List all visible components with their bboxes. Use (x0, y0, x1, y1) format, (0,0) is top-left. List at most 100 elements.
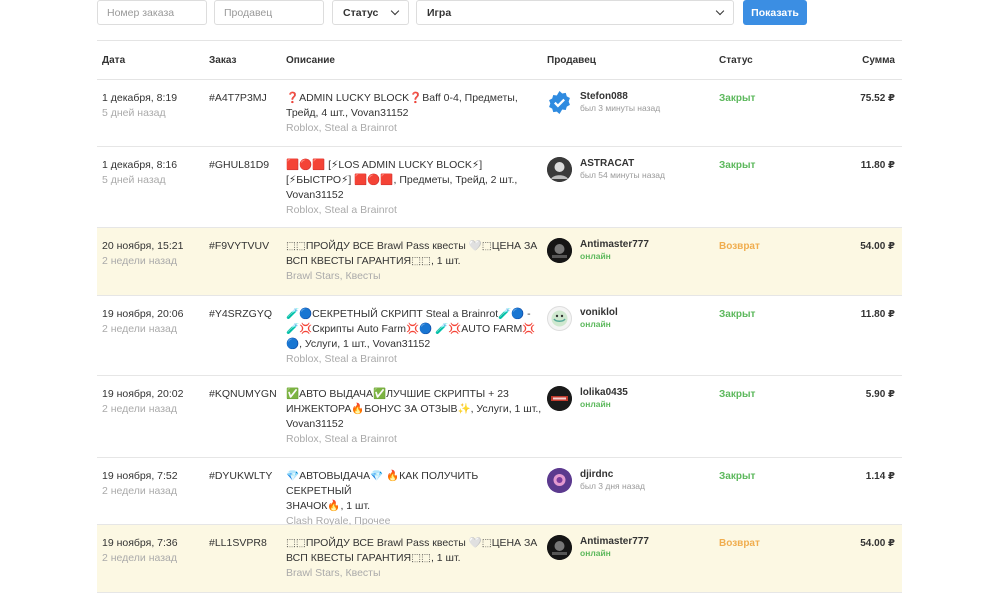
seller-last-seen: был 3 дня назад (580, 481, 645, 491)
table-row[interactable]: 19 ноября, 7:36 2 недели назад #LL1SVPR8… (97, 525, 902, 593)
table-row[interactable]: 19 ноября, 7:52 2 недели назад #DYUKWLTY… (97, 458, 902, 527)
table-row[interactable]: 1 декабря, 8:16 5 дней назад #GHUL81D9 🟥… (97, 147, 902, 228)
seller-cell[interactable]: djirdnc был 3 дня назад (547, 468, 645, 493)
order-description: ❓ADMIN LUCKY BLOCK❓Baff 0-4, Предметы, Т… (286, 91, 544, 136)
date-ago: 5 дней назад (102, 174, 166, 186)
seller-name[interactable]: voniklol (580, 307, 618, 319)
seller-cell[interactable]: lolika0435 онлайн (547, 386, 628, 411)
seller-cell[interactable]: voniklol онлайн (547, 306, 618, 331)
order-description: 🟥🔴🟥 [⚡LOS ADMIN LUCKY BLOCK⚡] [⚡БЫСТРО⚡]… (286, 158, 544, 218)
seller-name[interactable]: Stefon088 (580, 91, 660, 103)
game-select-label: Игра (427, 6, 452, 19)
status-select-label: Статус (343, 6, 379, 19)
avatar (547, 157, 572, 182)
order-category: Brawl Stars, Квесты (286, 270, 381, 282)
show-button[interactable]: Показать (743, 0, 807, 25)
seller-cell[interactable]: ASTRACAT был 54 минуты назад (547, 157, 665, 182)
seller-cell[interactable]: Antimaster777 онлайн (547, 535, 649, 560)
header-seller: Продавец (547, 55, 596, 66)
order-date: 19 ноября, 7:36 2 недели назад (102, 536, 178, 566)
order-id[interactable]: #LL1SVPR8 (209, 536, 267, 551)
status-badge: Закрыт (719, 93, 756, 104)
desc-line: Трейд, 4 шт., Vovan31152 (286, 107, 409, 119)
game-select[interactable]: Игра (416, 0, 734, 25)
order-category: Roblox, Steal a Brainrot (286, 204, 397, 216)
filters-bar: Номер заказа Продавец Статус Игра Показа… (97, 0, 807, 25)
table-row[interactable]: 19 ноября, 20:06 2 недели назад #Y4SRZGY… (97, 296, 902, 376)
order-date: 19 ноября, 20:02 2 недели назад (102, 387, 183, 417)
seller-online: онлайн (580, 319, 611, 329)
date-text: 19 ноября, 7:52 (102, 470, 178, 482)
seller-name[interactable]: Antimaster777 (580, 536, 649, 548)
order-date: 19 ноября, 20:06 2 недели назад (102, 307, 183, 337)
date-text: 19 ноября, 20:06 (102, 308, 184, 320)
desc-line: 🧪🔵СЕКРЕТНЫЙ СКРИПТ Steal a Brainrot🧪🔵 - (286, 308, 531, 320)
status-select[interactable]: Статус (332, 0, 409, 25)
desc-line: 🧪💢Скрипты Auto Farm💢🔵 🧪💢AUTO FARM💢 (286, 323, 536, 335)
order-amount: 75.52 ₽ (860, 93, 895, 104)
table-row[interactable]: 20 ноября, 15:21 2 недели назад #F9VYTVU… (97, 228, 902, 296)
seller-name[interactable]: Antimaster777 (580, 239, 649, 251)
desc-line: ✅АВТО ВЫДАЧА✅ЛУЧШИЕ СКРИПТЫ + 23 (286, 388, 509, 400)
order-description: 💎АВТОВЫДАЧА💎 🔥КАК ПОЛУЧИТЬ СЕКРЕТНЫЙ ЗНА… (286, 469, 544, 529)
seller-input[interactable]: Продавец (214, 0, 324, 25)
verified-badge-avatar (547, 90, 572, 115)
table-header: Дата Заказ Описание Продавец Статус Сумм… (97, 41, 902, 80)
order-category: Roblox, Steal a Brainrot (286, 122, 397, 134)
date-ago: 2 недели назад (102, 323, 177, 335)
order-id[interactable]: #F9VYTVUV (209, 239, 269, 254)
desc-line: ⬚⬚ПРОЙДУ ВСЕ Brawl Pass квесты 🤍⬚ЦЕНА ЗА (286, 240, 538, 252)
desc-line: Vovan31152 (286, 189, 344, 201)
header-status: Статус (719, 55, 753, 66)
seller-name[interactable]: ASTRACAT (580, 158, 665, 170)
order-amount: 1.14 ₽ (865, 471, 895, 482)
desc-line: ВСП КВЕСТЫ ГАРАНТИЯ⬚⬚, 1 шт. (286, 552, 461, 564)
desc-line: [⚡БЫСТРО⚡] 🟥🔴🟥, Предметы, Трейд, 2 шт., (286, 174, 518, 186)
orders-table: Дата Заказ Описание Продавец Статус Сумм… (97, 40, 902, 593)
order-amount: 54.00 ₽ (860, 538, 895, 549)
desc-line: 💎АВТОВЫДАЧА💎 🔥КАК ПОЛУЧИТЬ СЕКРЕТНЫЙ (286, 470, 479, 497)
order-id[interactable]: #GHUL81D9 (209, 158, 269, 173)
order-id[interactable]: #Y4SRZGYQ (209, 307, 272, 322)
order-date: 19 ноября, 7:52 2 недели назад (102, 469, 178, 499)
order-id[interactable]: #A4T7P3MJ (209, 91, 267, 106)
order-description: ✅АВТО ВЫДАЧА✅ЛУЧШИЕ СКРИПТЫ + 23 ИНЖЕКТО… (286, 387, 544, 447)
seller-online: онлайн (580, 399, 611, 409)
chevron-down-icon (715, 6, 725, 15)
table-row[interactable]: 19 ноября, 20:02 2 недели назад #KQNUMYG… (97, 376, 902, 458)
seller-name[interactable]: lolika0435 (580, 387, 628, 399)
seller-cell[interactable]: Stefon088 был 3 минуты назад (547, 90, 660, 115)
date-text: 1 декабря, 8:19 (102, 92, 178, 104)
seller-last-seen: был 3 минуты назад (580, 103, 661, 113)
desc-line: 🔵, Услуги, 1 шт., Vovan31152 (286, 338, 431, 350)
header-order: Заказ (209, 55, 237, 66)
date-text: 19 ноября, 7:36 (102, 537, 178, 549)
status-badge: Закрыт (719, 389, 756, 400)
order-number-input[interactable]: Номер заказа (97, 0, 207, 25)
status-badge: Возврат (719, 241, 760, 252)
date-ago: 2 недели назад (102, 255, 177, 267)
desc-line: ВСП КВЕСТЫ ГАРАНТИЯ⬚⬚, 1 шт. (286, 255, 461, 267)
date-text: 20 ноября, 15:21 (102, 240, 184, 252)
header-amount: Сумма (862, 55, 895, 66)
order-id[interactable]: #KQNUMYGN (209, 387, 277, 402)
order-category: Roblox, Steal a Brainrot (286, 433, 397, 445)
header-description: Описание (286, 55, 335, 66)
order-date: 1 декабря, 8:19 5 дней назад (102, 91, 177, 121)
status-badge: Закрыт (719, 160, 756, 171)
date-text: 1 декабря, 8:16 (102, 159, 178, 171)
seller-last-seen: был 54 минуты назад (580, 170, 665, 180)
seller-name[interactable]: djirdnc (580, 469, 645, 481)
order-description: ⬚⬚ПРОЙДУ ВСЕ Brawl Pass квесты 🤍⬚ЦЕНА ЗА… (286, 239, 544, 284)
desc-line: Vovan31152 (286, 418, 344, 430)
status-badge: Возврат (719, 538, 760, 549)
order-amount: 5.90 ₽ (865, 389, 895, 400)
table-row[interactable]: 1 декабря, 8:19 5 дней назад #A4T7P3MJ ❓… (97, 80, 902, 147)
order-amount: 11.80 ₽ (860, 160, 895, 171)
avatar (547, 386, 572, 411)
seller-online: онлайн (580, 548, 611, 558)
order-id[interactable]: #DYUKWLTY (209, 469, 272, 484)
avatar (547, 238, 572, 263)
order-description: ⬚⬚ПРОЙДУ ВСЕ Brawl Pass квесты 🤍⬚ЦЕНА ЗА… (286, 536, 544, 581)
seller-cell[interactable]: Antimaster777 онлайн (547, 238, 649, 263)
